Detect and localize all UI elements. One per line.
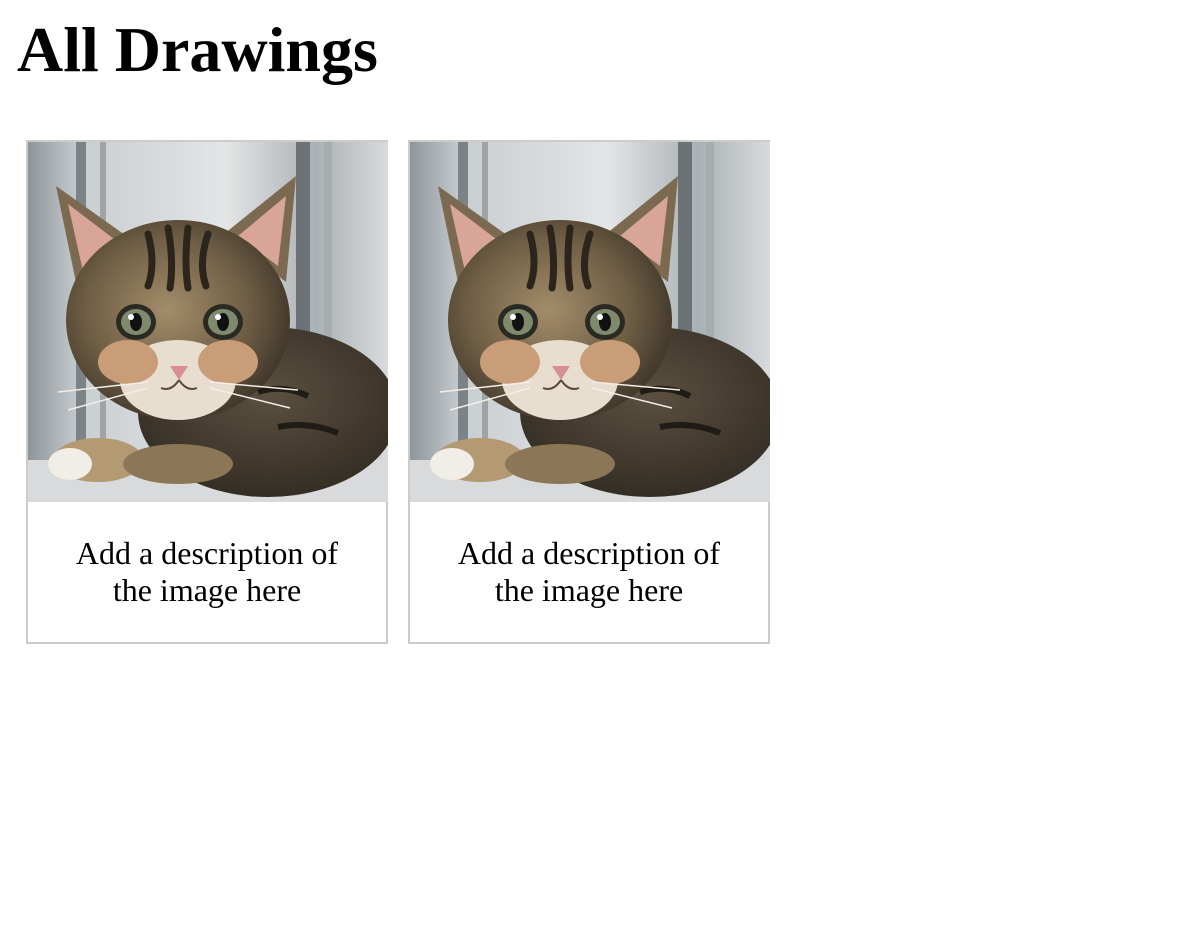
kitten-photo-icon[interactable]	[410, 142, 770, 502]
gallery-card[interactable]: Add a description of the image here	[408, 140, 770, 644]
gallery: Add a description of the image here Add …	[26, 140, 770, 644]
page: All Drawings Add a description of the im…	[0, 0, 1202, 940]
image-description: Add a description of the image here	[75, 535, 339, 608]
page-title: All Drawings	[17, 14, 378, 85]
kitten-photo-icon[interactable]	[28, 142, 388, 502]
image-description: Add a description of the image here	[457, 535, 721, 608]
gallery-card[interactable]: Add a description of the image here	[26, 140, 388, 644]
